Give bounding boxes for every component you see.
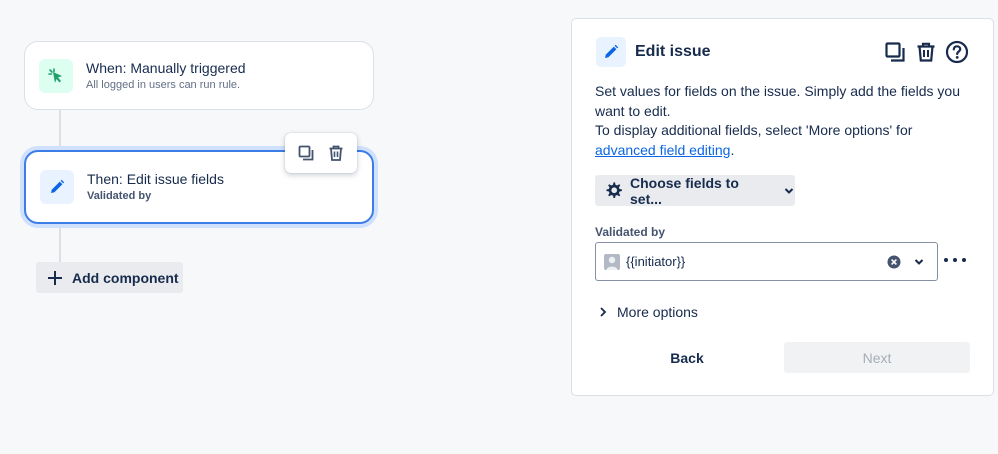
description-line-2-suffix: . <box>730 141 735 158</box>
help-button[interactable] <box>945 40 969 64</box>
chevron-right-icon <box>598 306 608 318</box>
pencil-icon <box>48 178 66 196</box>
flow-connector <box>59 110 61 150</box>
panel-title: Edit issue <box>635 43 711 60</box>
validated-by-value: {{initiator}} <box>626 254 686 269</box>
panel-header: Edit issue <box>596 36 969 68</box>
more-actions-icon[interactable] <box>944 252 966 268</box>
panel-description: Set values for fields on the issue. Simp… <box>595 82 975 160</box>
more-options-label: More options <box>617 304 698 320</box>
plus-icon <box>46 269 64 287</box>
description-line-2: To display additional fields, select 'Mo… <box>595 121 975 160</box>
pencil-icon <box>602 43 620 61</box>
duplicate-component-button[interactable] <box>294 141 318 165</box>
chevron-down-icon <box>783 185 795 197</box>
add-component-label: Add component <box>72 269 179 286</box>
flow-connector <box>59 224 61 264</box>
trash-icon <box>327 144 345 162</box>
help-icon <box>945 40 969 64</box>
choose-fields-button[interactable]: Choose fields to set... <box>595 174 795 207</box>
advanced-field-editing-link[interactable]: advanced field editing <box>595 142 730 158</box>
trigger-icon-box <box>39 58 73 93</box>
chevron-down-icon[interactable] <box>913 256 925 268</box>
clear-selection-icon[interactable] <box>887 255 901 269</box>
more-options-toggle[interactable]: More options <box>598 304 698 320</box>
cursor-click-icon <box>46 66 66 86</box>
card-toolbar <box>285 133 357 173</box>
copy-icon <box>884 41 906 63</box>
trigger-title: When: Manually triggered <box>86 59 246 76</box>
next-button[interactable]: Next <box>784 342 970 373</box>
choose-fields-label: Choose fields to set... <box>630 174 739 207</box>
trigger-card[interactable]: When: Manually triggered All logged in u… <box>24 41 374 110</box>
delete-component-button[interactable] <box>324 141 348 165</box>
description-line-1: Set values for fields on the issue. Simp… <box>595 83 960 119</box>
validated-by-select[interactable]: {{initiator}} <box>595 242 938 281</box>
back-button[interactable]: Back <box>595 342 779 373</box>
copy-icon <box>297 144 315 162</box>
validated-by-label: Validated by <box>595 225 666 239</box>
action-title: Then: Edit issue fields <box>87 171 224 187</box>
action-icon-box <box>40 170 74 204</box>
panel-icon-box <box>596 37 626 67</box>
add-component-button[interactable]: Add component <box>36 262 183 293</box>
action-subtitle: Validated by <box>87 190 152 202</box>
user-avatar-icon <box>604 253 620 270</box>
duplicate-button[interactable] <box>883 40 907 64</box>
gear-icon <box>604 181 623 200</box>
description-line-2-prefix: To display additional fields, select 'Mo… <box>595 122 913 138</box>
edit-issue-panel: Edit issue Set values for fields on the … <box>571 18 994 396</box>
trash-icon <box>915 41 937 63</box>
trigger-subtitle: All logged in users can run rule. <box>86 78 241 91</box>
automation-canvas: When: Manually triggered All logged in u… <box>0 0 998 454</box>
delete-button[interactable] <box>914 40 938 64</box>
